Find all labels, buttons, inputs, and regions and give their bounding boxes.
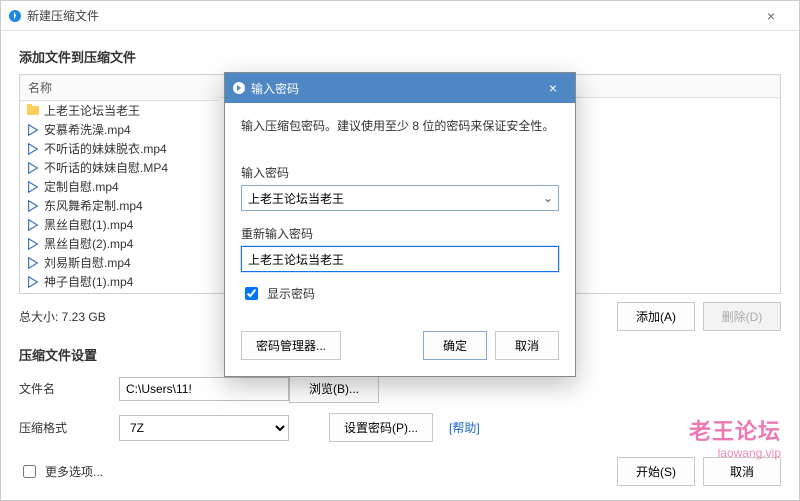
table-row[interactable]: 黑丝自慰(1).mp4 [20,215,219,234]
add-files-heading: 添加文件到压缩文件 [19,47,781,66]
password-manager-button[interactable]: 密码管理器... [241,331,341,360]
more-options-checkbox[interactable]: 更多选项... [19,462,103,481]
video-icon [26,237,40,251]
dialog-instruction: 输入压缩包密码。建议使用至少 8 位的密码来保证安全性。 [241,117,559,136]
show-password-checkbox[interactable]: 显示密码 [241,284,315,303]
close-button[interactable]: × [751,8,791,24]
file-name: 定制自慰.mp4 [44,178,119,195]
table-row[interactable]: 神子自慰(1).mp4 [20,272,219,291]
bottom-bar: 更多选项... 开始(S) 取消 [1,447,799,500]
total-size-label: 总大小: 7.23 GB [19,308,106,325]
more-options-label: 更多选项... [45,463,103,480]
table-row[interactable]: 东风舞希定制.mp4 [20,196,219,215]
dialog-icon [233,82,245,94]
dialog-titlebar: 输入密码 × [225,73,575,103]
file-name: 刘易斯自慰.mp4 [44,254,131,271]
app-icon [9,10,21,22]
dialog-close-button[interactable]: × [539,80,567,96]
file-name: 不听话的妹妹脱衣.mp4 [44,140,167,157]
dialog-cancel-button[interactable]: 取消 [495,331,559,360]
file-name: 不听话的妹妹自慰.MP4 [44,159,168,176]
confirm-password-label: 重新输入密码 [241,225,559,242]
video-icon [26,256,40,270]
filename-input[interactable] [119,377,289,401]
file-name: 东风舞希定制.mp4 [44,197,143,214]
video-icon [26,218,40,232]
table-row[interactable]: 黑丝自慰(2).mp4 [20,234,219,253]
help-link[interactable]: [帮助] [449,419,480,436]
show-password-input[interactable] [245,287,258,300]
file-name: 安慕希洗澡.mp4 [44,121,131,138]
video-icon [26,180,40,194]
set-password-button[interactable]: 设置密码(P)... [329,413,433,442]
browse-button[interactable]: 浏览(B)... [289,374,379,403]
file-name: 黑丝自慰(1).mp4 [44,216,133,233]
file-name: 黑丝自慰(2).mp4 [44,235,133,252]
titlebar: 新建压缩文件 × [1,1,799,31]
filename-label: 文件名 [19,380,119,397]
start-button[interactable]: 开始(S) [617,457,695,486]
folder-icon [26,104,40,118]
password-label: 输入密码 [241,164,559,181]
file-name: 上老王论坛当老王 [44,102,140,119]
more-options-input[interactable] [23,465,36,478]
show-password-label: 显示密码 [267,285,315,302]
delete-button[interactable]: 删除(D) [703,302,781,331]
table-row[interactable]: 不听话的妹妹脱衣.mp4 [20,139,219,158]
table-row[interactable]: 上老王论坛当老王 [20,101,219,120]
video-icon [26,199,40,213]
file-name: 神子自慰(1).mp4 [44,273,133,290]
window-title: 新建压缩文件 [27,7,751,24]
confirm-password-input[interactable] [241,246,559,272]
format-label: 压缩格式 [19,419,119,436]
video-icon [26,123,40,137]
video-icon [26,161,40,175]
table-row[interactable]: 定制自慰.mp4 [20,177,219,196]
format-select[interactable]: 7Z [119,415,289,441]
ok-button[interactable]: 确定 [423,331,487,360]
col-name-header[interactable]: 名称 [20,75,219,101]
table-row[interactable]: 安慕希洗澡.mp4 [20,120,219,139]
table-row[interactable]: 刘易斯自慰.mp4 [20,253,219,272]
password-input[interactable] [241,185,559,211]
video-icon [26,275,40,289]
password-dialog: 输入密码 × 输入压缩包密码。建议使用至少 8 位的密码来保证安全性。 输入密码… [224,72,576,377]
add-button[interactable]: 添加(A) [617,302,695,331]
dialog-title: 输入密码 [251,80,539,97]
video-icon [26,142,40,156]
table-row[interactable]: 不听话的妹妹自慰.MP4 [20,158,219,177]
cancel-button[interactable]: 取消 [703,457,781,486]
